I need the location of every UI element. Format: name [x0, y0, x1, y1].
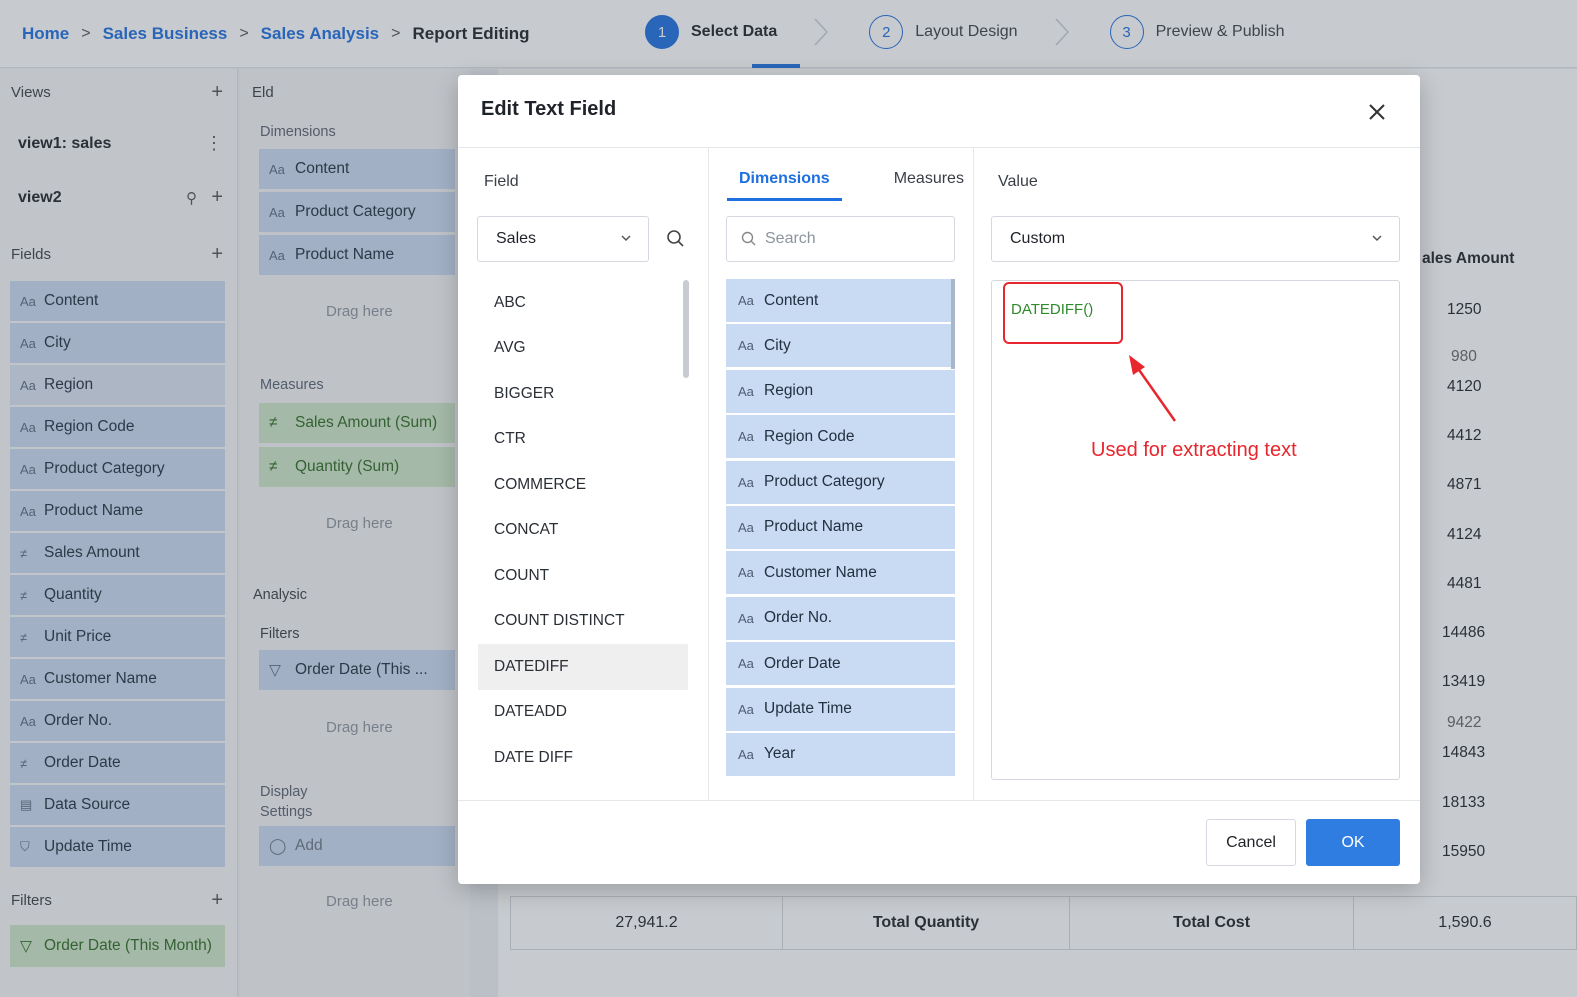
text-type-icon: Aa [738, 474, 754, 490]
divider [708, 148, 709, 800]
divider [458, 800, 1420, 801]
function-item[interactable]: AVG [478, 326, 688, 372]
text-type-icon: Aa [738, 383, 754, 399]
function-item[interactable]: DATEADD [478, 690, 688, 736]
function-item[interactable]: BIGGER [478, 371, 688, 417]
edit-text-field-dialog: Edit Text Field Field Sales ABC AVG BIGG… [458, 75, 1420, 884]
dimension-label: Order No. [764, 609, 833, 627]
text-type-icon: Aa [738, 565, 754, 581]
dimension-item[interactable]: Aa Region Code [726, 415, 955, 459]
dimension-label: Region [764, 382, 814, 400]
dimension-item[interactable]: Aa Customer Name [726, 551, 955, 595]
text-type-icon: Aa [738, 293, 754, 308]
function-list: ABC AVG BIGGER CTR COMMERCE CONCAT COUNT… [478, 280, 688, 781]
dimension-list: Aa Content Aa City Aa Region Aa Region Code … [726, 279, 955, 777]
dimension-item[interactable]: Aa Content [726, 279, 955, 322]
value-label: Value [998, 173, 1038, 190]
search-icon [741, 231, 756, 246]
dimension-label: City [764, 336, 791, 354]
search-placeholder: Search [765, 230, 816, 247]
dimension-label: Product Category [764, 473, 885, 491]
dimension-item[interactable]: Aa City [726, 324, 955, 368]
dimension-item[interactable]: Aa Product Name [726, 505, 955, 549]
dimension-item[interactable]: Aa Order Date [726, 642, 955, 686]
function-item[interactable]: COUNT [478, 553, 688, 599]
field-label: Field [484, 173, 519, 190]
dialog-title: Edit Text Field [481, 98, 617, 120]
divider [458, 147, 1420, 148]
close-icon[interactable] [1366, 101, 1388, 123]
function-item[interactable]: COMMERCE [478, 462, 688, 508]
scrollbar[interactable] [951, 279, 955, 369]
function-item[interactable]: CONCAT [478, 508, 688, 554]
search-icon[interactable] [666, 229, 686, 249]
field-select[interactable]: Sales [477, 216, 649, 262]
text-type-icon: Aa [738, 701, 754, 717]
scrollbar[interactable] [683, 280, 689, 378]
dimension-label: Product Name [764, 518, 864, 536]
text-type-icon: Aa [738, 746, 754, 762]
dimension-item[interactable]: Aa Product Category [726, 460, 955, 504]
text-type-icon: Aa [738, 610, 754, 626]
dimension-label: Order Date [764, 654, 841, 672]
formula-text: DATEDIFF() [1003, 282, 1123, 344]
dimension-item[interactable]: Aa Region [726, 369, 955, 413]
function-item[interactable]: CTR [478, 417, 688, 463]
dimension-label: Update Time [764, 700, 852, 718]
text-type-icon: Aa [738, 656, 754, 672]
formula-editor[interactable] [991, 280, 1400, 780]
chevron-down-icon [1372, 235, 1382, 242]
dimension-item[interactable]: Aa Order No. [726, 596, 955, 640]
field-type-tabs: Dimensions Measures [727, 170, 1016, 201]
value-select-value: Custom [1010, 230, 1066, 247]
function-item-selected[interactable]: DATEDIFF [478, 644, 688, 690]
annotation-arrow-icon [1129, 355, 1177, 422]
annotation-text: Used for extracting text [1091, 439, 1297, 461]
text-type-icon: Aa [738, 338, 754, 354]
divider [973, 148, 974, 800]
tab-dimensions[interactable]: Dimensions [727, 170, 842, 201]
text-type-icon: Aa [738, 429, 754, 445]
function-item[interactable]: ABC [478, 280, 688, 326]
tab-measures[interactable]: Measures [882, 170, 976, 201]
ok-button[interactable]: OK [1306, 819, 1400, 866]
dimension-item[interactable]: Aa Update Time [726, 687, 955, 731]
field-select-value: Sales [496, 230, 537, 247]
chevron-down-icon [621, 235, 631, 242]
dimension-search-input[interactable]: Search [726, 216, 955, 262]
dimension-label: Content [764, 291, 819, 309]
dimension-item[interactable]: Aa Year [726, 732, 955, 776]
value-select[interactable]: Custom [991, 216, 1400, 262]
cancel-button[interactable]: Cancel [1206, 819, 1296, 866]
dimension-label: Customer Name [764, 563, 877, 581]
dimension-label: Year [764, 745, 796, 763]
dimension-label: Region Code [764, 427, 855, 445]
function-item[interactable]: COUNT DISTINCT [478, 599, 688, 645]
text-type-icon: Aa [738, 519, 754, 535]
function-item[interactable]: DATE DIFF [478, 735, 688, 781]
